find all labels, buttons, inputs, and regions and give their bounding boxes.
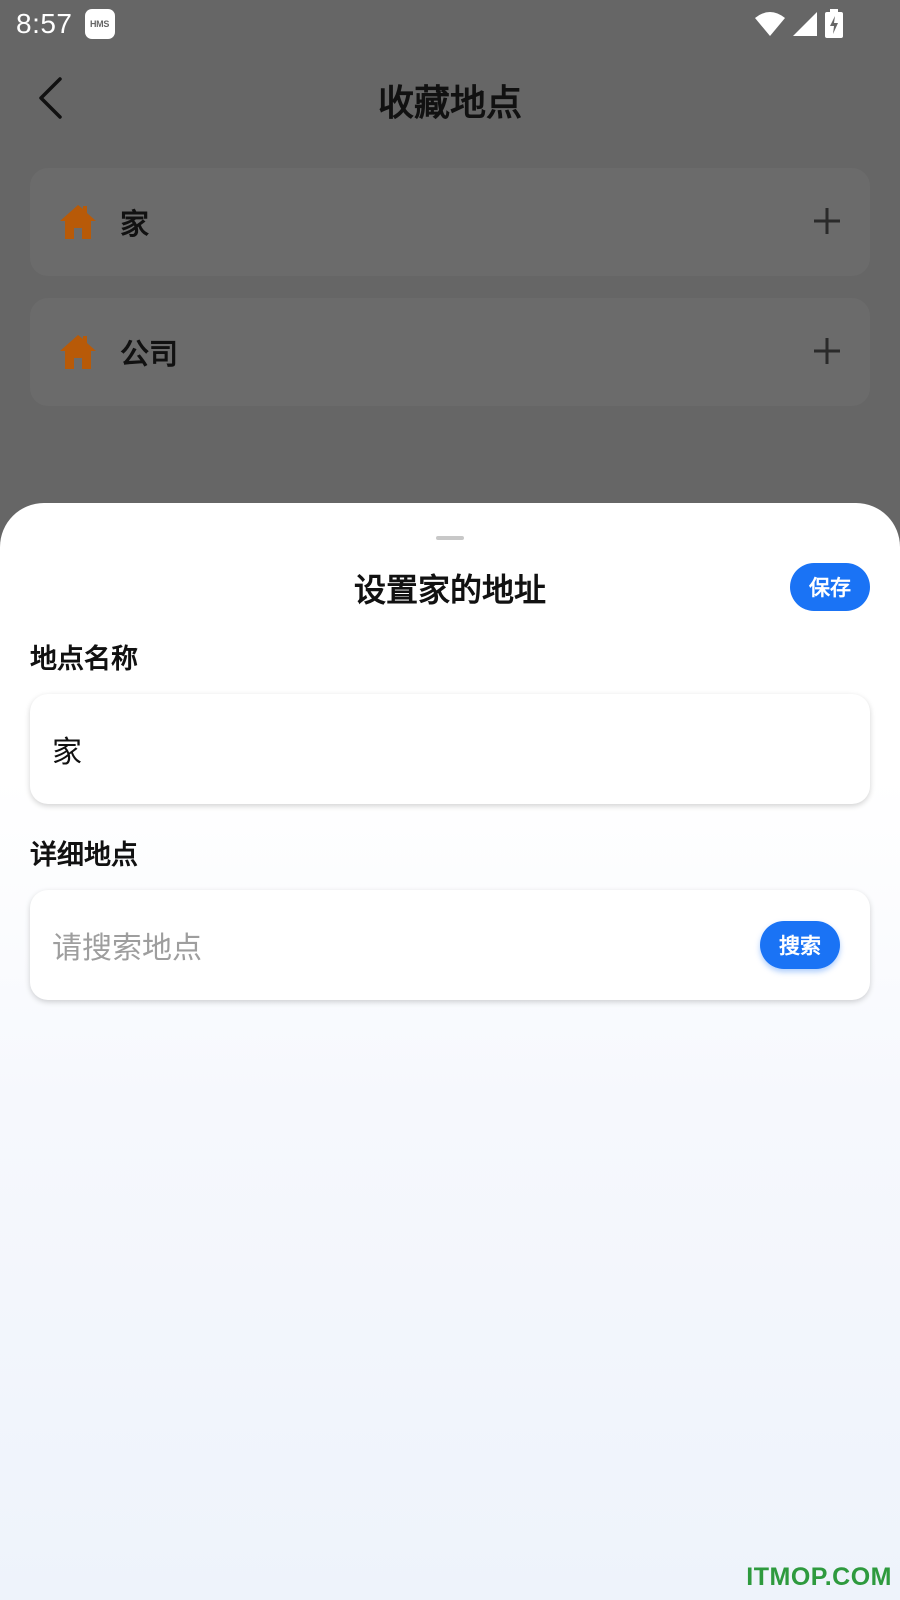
wifi-icon bbox=[755, 12, 785, 36]
address-search-placeholder: 请搜索地点 bbox=[52, 931, 202, 966]
plus-icon[interactable] bbox=[812, 336, 842, 366]
bottom-sheet: 设置家的地址 保存 地点名称 家 详细地点 请搜索地点 搜索 bbox=[0, 503, 900, 1600]
place-name-label: 地点名称 bbox=[30, 644, 138, 675]
place-name-value: 家 bbox=[52, 735, 82, 770]
place-label: 公司 bbox=[120, 337, 179, 371]
status-bar: 8:57 HMS bbox=[0, 0, 900, 48]
app-header: 收藏地点 bbox=[0, 48, 900, 152]
battery-charging-icon bbox=[825, 9, 843, 38]
address-search-field[interactable]: 请搜索地点 搜索 bbox=[30, 890, 870, 1000]
home-icon bbox=[58, 332, 100, 372]
home-icon bbox=[58, 202, 100, 242]
plus-icon[interactable] bbox=[812, 206, 842, 236]
search-button[interactable]: 搜索 bbox=[760, 921, 840, 969]
status-icons bbox=[754, 9, 844, 39]
place-name-field[interactable]: 家 bbox=[30, 694, 870, 804]
place-card-company[interactable]: 公司 bbox=[30, 298, 870, 406]
save-button[interactable]: 保存 bbox=[790, 563, 870, 611]
address-label: 详细地点 bbox=[30, 840, 138, 871]
cellular-signal-icon bbox=[793, 12, 817, 36]
sheet-title: 设置家的地址 bbox=[353, 571, 546, 609]
page-title: 收藏地点 bbox=[377, 83, 522, 124]
place-card-home[interactable]: 家 bbox=[30, 168, 870, 276]
place-label: 家 bbox=[120, 207, 150, 241]
drag-handle[interactable] bbox=[436, 536, 464, 540]
watermark: ITMOP.COM bbox=[746, 1563, 892, 1591]
hms-badge: HMS bbox=[84, 9, 115, 39]
status-time: 8:57 bbox=[16, 8, 73, 39]
